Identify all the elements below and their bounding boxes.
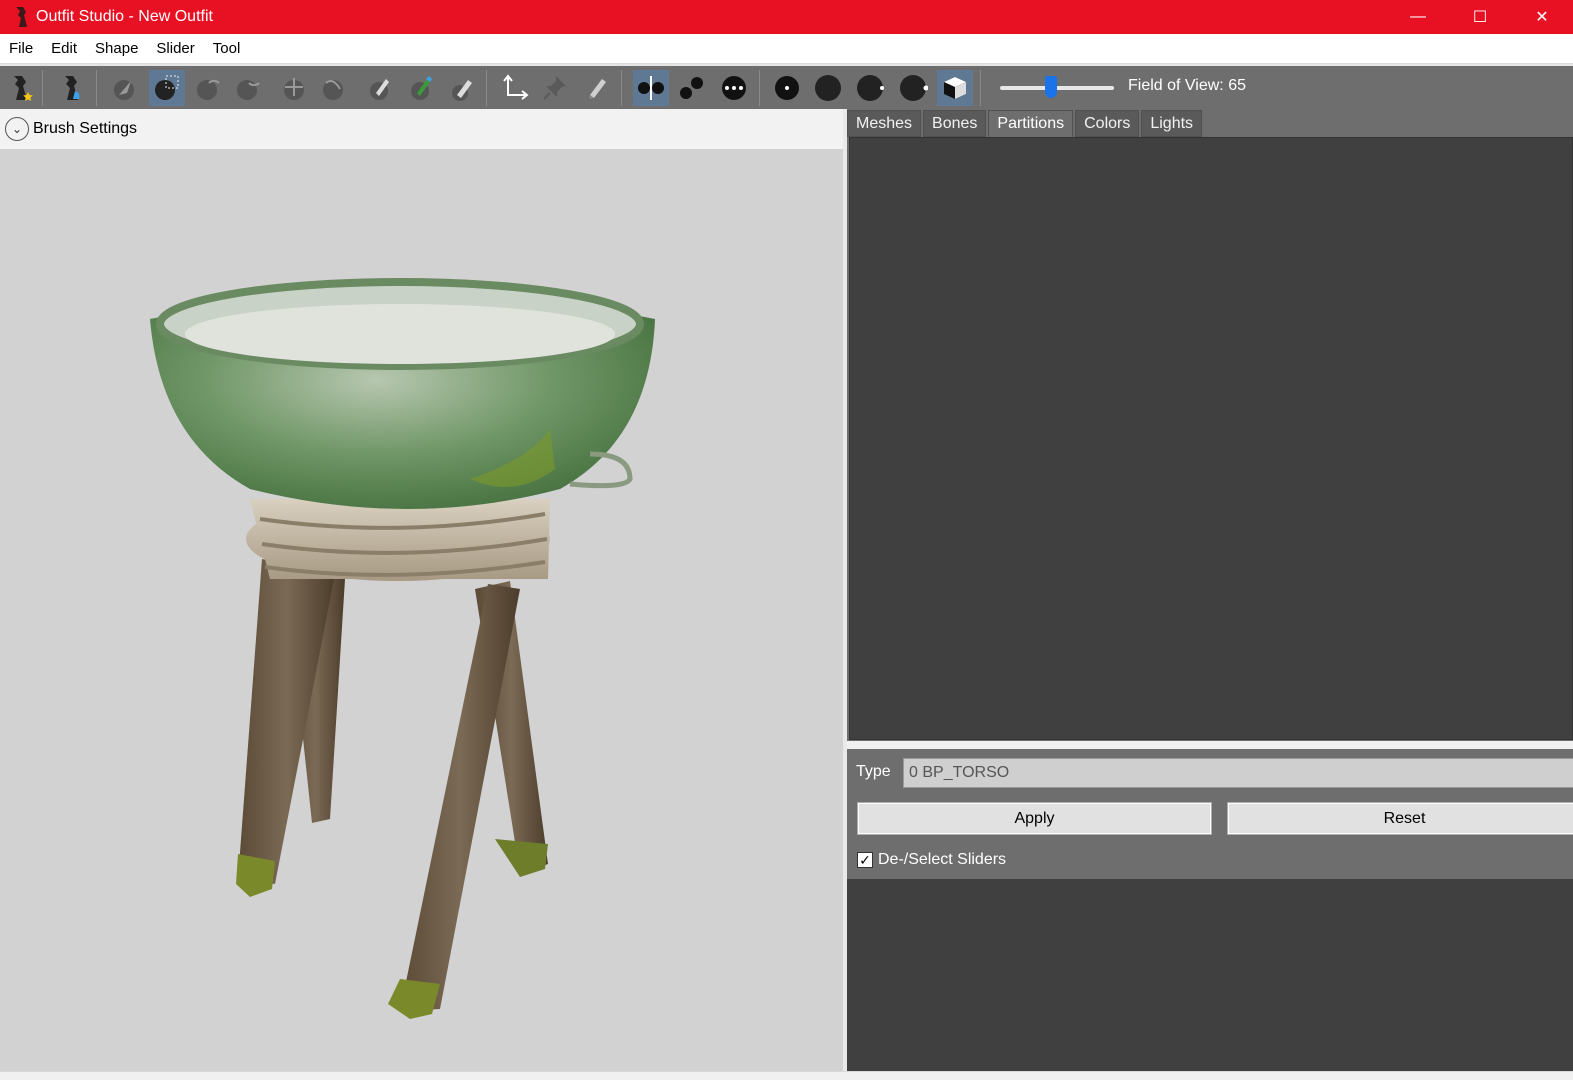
smooth-brush-icon[interactable] — [315, 70, 351, 106]
tab-colors[interactable]: Colors — [1075, 110, 1140, 137]
lighting-icon[interactable] — [810, 70, 846, 106]
deselect-sliders-label: De-/Select Sliders — [878, 851, 1007, 868]
right-panel: Meshes Bones Partitions Colors Lights Ty… — [847, 109, 1573, 1071]
field-of-view-slider-track[interactable] — [1000, 86, 1114, 90]
select-brush-icon[interactable] — [106, 70, 142, 106]
status-bar — [0, 1071, 1573, 1080]
slider-list[interactable] — [847, 879, 1573, 1071]
menu-file[interactable]: File — [0, 34, 42, 64]
tab-lights[interactable]: Lights — [1141, 110, 1203, 137]
type-label: Type — [856, 763, 891, 780]
menu-slider[interactable]: Slider — [147, 34, 203, 64]
3d-model-render — [150, 278, 655, 1019]
menu-edit[interactable]: Edit — [42, 34, 86, 64]
panel-tabs: Meshes Bones Partitions Colors Lights — [847, 109, 1204, 137]
field-of-view-label: Field of View: 65 — [1128, 77, 1246, 94]
type-dropdown[interactable]: 0 BP_TORSO — [903, 758, 1573, 788]
move-brush-icon[interactable] — [276, 70, 312, 106]
vertex-colors-icon[interactable] — [895, 70, 931, 106]
connected-only-icon[interactable] — [674, 70, 710, 106]
load-outfit-icon[interactable] — [54, 70, 90, 106]
menu-shape[interactable]: Shape — [86, 34, 147, 64]
mask-brush-icon[interactable] — [149, 70, 185, 106]
chevron-down-icon[interactable]: ⌄ — [5, 117, 29, 141]
partition-properties: Type 0 BP_TORSO Apply Reset ✓ De-/Select… — [847, 749, 1573, 879]
reset-button[interactable]: Reset — [1227, 802, 1573, 835]
shading-cube-icon[interactable] — [937, 70, 973, 106]
pivot-icon[interactable] — [537, 70, 573, 106]
inflate-brush-icon[interactable] — [190, 70, 226, 106]
transform-icon[interactable] — [497, 70, 533, 106]
x-mirror-icon[interactable] — [633, 70, 669, 106]
close-icon[interactable]: ✕ — [1511, 0, 1573, 34]
tab-meshes[interactable]: Meshes — [847, 110, 922, 137]
deselect-sliders-checkbox[interactable]: ✓ De-/Select Sliders — [857, 851, 1006, 869]
deflate-brush-icon[interactable] — [230, 70, 266, 106]
field-of-view-slider-thumb[interactable] — [1045, 76, 1057, 98]
maximize-icon[interactable]: ☐ — [1449, 0, 1511, 34]
wireframe-icon[interactable] — [769, 70, 805, 106]
apply-button[interactable]: Apply — [857, 802, 1212, 835]
brush-settings-bar[interactable]: ⌄ Brush Settings — [0, 109, 843, 149]
undiff-brush-icon[interactable] — [361, 70, 397, 106]
global-brush-icon[interactable] — [716, 70, 752, 106]
outfit-studio-logo-icon — [16, 7, 27, 27]
menu-tool[interactable]: Tool — [204, 34, 250, 64]
textures-icon[interactable] — [852, 70, 888, 106]
checkmark-icon[interactable]: ✓ — [857, 852, 873, 868]
window-title: Outfit Studio - New Outfit — [36, 8, 213, 25]
menu-bar: File Edit Shape Slider Tool — [0, 34, 1573, 64]
tab-partitions[interactable]: Partitions — [988, 110, 1074, 137]
splitter-horizontal[interactable] — [847, 741, 1573, 749]
minimize-icon[interactable]: — — [1387, 0, 1449, 34]
title-bar: Outfit Studio - New Outfit — ☐ ✕ — [0, 0, 1573, 34]
tab-bones[interactable]: Bones — [923, 110, 987, 137]
brush-settings-label: Brush Settings — [33, 120, 138, 137]
partition-tree[interactable] — [849, 137, 1573, 740]
color-brush-icon[interactable] — [444, 70, 480, 106]
new-project-icon[interactable] — [3, 70, 39, 106]
weight-brush-icon[interactable] — [402, 70, 438, 106]
vertex-edit-icon[interactable] — [579, 70, 615, 106]
toolbar: Field of View: 65 — [0, 64, 1573, 109]
3d-viewport[interactable]: ⌄ Brush Settings — [0, 109, 843, 1071]
